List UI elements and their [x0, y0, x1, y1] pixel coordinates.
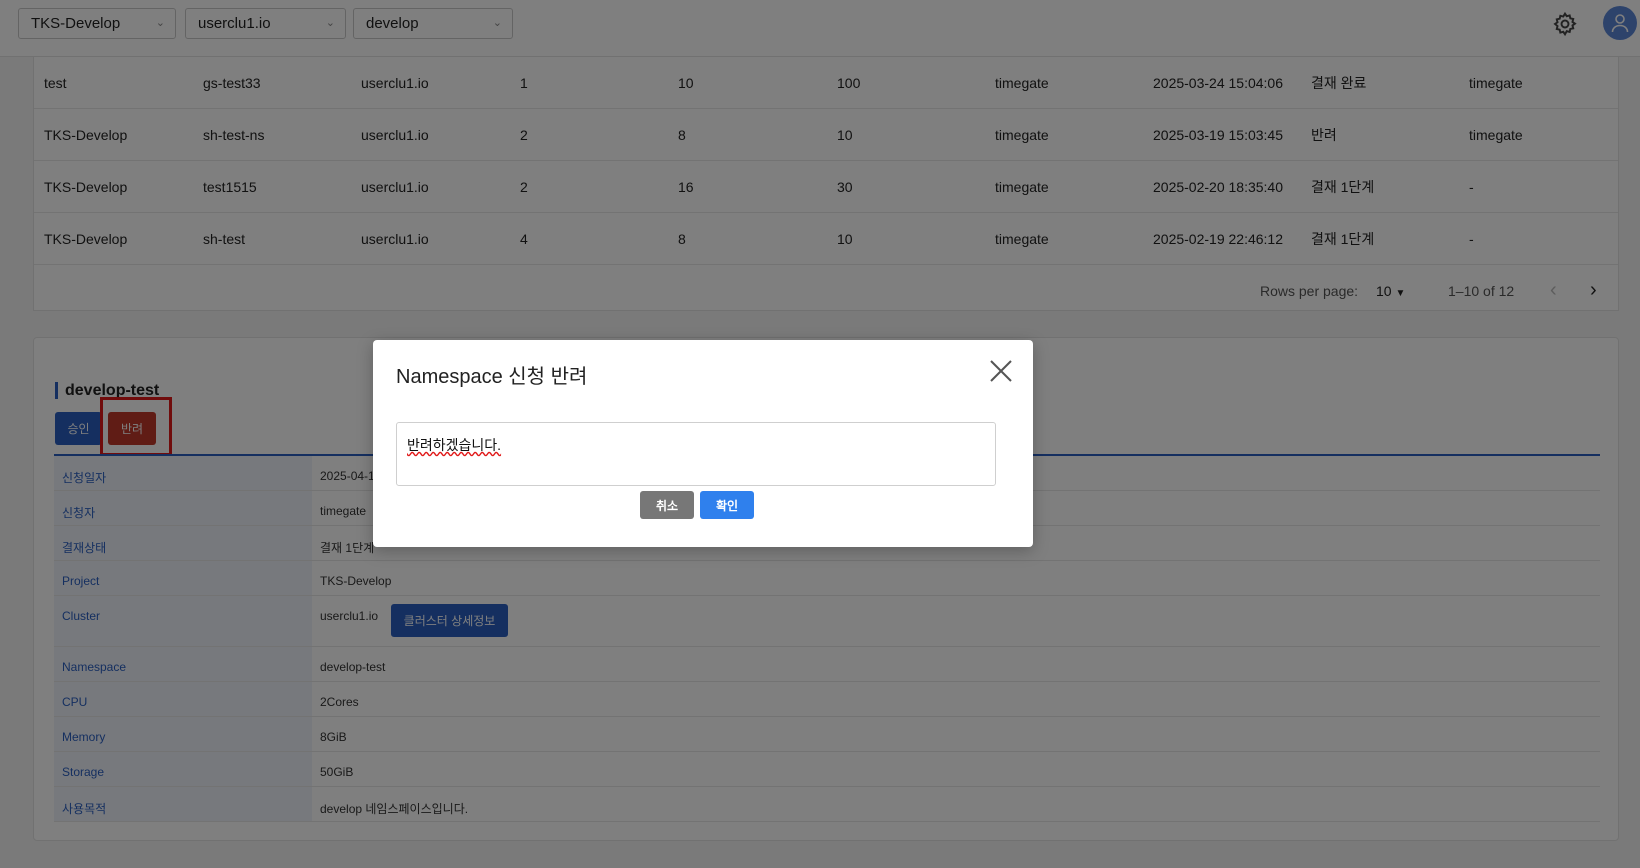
reject-dialog: Namespace 신청 반려 반려하겠습니다. 취소 확인	[373, 340, 1033, 547]
close-icon[interactable]	[988, 358, 1014, 384]
confirm-button[interactable]: 확인	[700, 491, 754, 519]
reject-reason-textarea[interactable]: 반려하겠습니다.	[396, 422, 996, 486]
dialog-title: Namespace 신청 반려	[396, 366, 588, 388]
reject-reason-text: 반려하겠습니다.	[407, 437, 502, 453]
cancel-button[interactable]: 취소	[640, 491, 694, 519]
